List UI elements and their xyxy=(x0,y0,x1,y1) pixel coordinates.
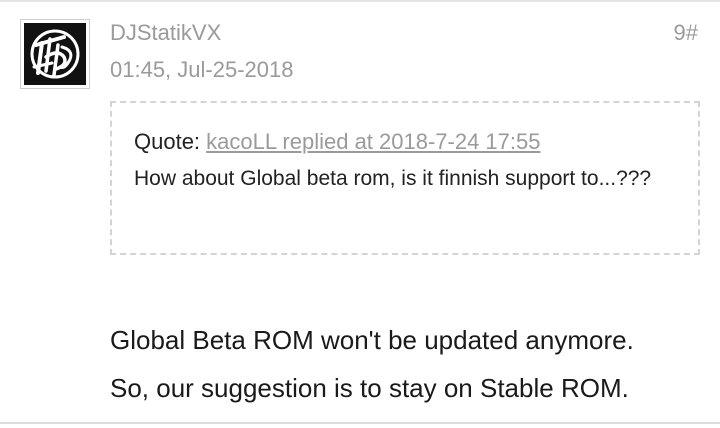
avatar[interactable] xyxy=(20,19,90,89)
top-divider xyxy=(0,0,720,2)
post-body-line: Global Beta ROM won't be updated anymore… xyxy=(110,325,634,355)
quote-header: Quote: kacoLL replied at 2018-7-24 17:55 xyxy=(134,125,676,159)
post-floor-number: 9# xyxy=(673,20,698,45)
post-timestamp: 01:45, Jul-25-2018 xyxy=(110,57,294,82)
quote-source-link[interactable]: kacoLL replied at 2018-7-24 17:55 xyxy=(206,129,540,154)
post-author[interactable]: DJStatikVX xyxy=(110,20,221,46)
post-body-line: So, our suggestion is to stay on Stable … xyxy=(110,373,629,403)
bottom-divider xyxy=(0,422,720,424)
quote-block: Quote: kacoLL replied at 2018-7-24 17:55… xyxy=(110,101,700,255)
avatar-logo-icon xyxy=(24,23,86,85)
post-body: Global Beta ROM won't be updated anymore… xyxy=(110,316,710,412)
quote-label: Quote: xyxy=(134,129,201,154)
quote-text: How about Global beta rom, is it finnish… xyxy=(134,167,652,190)
